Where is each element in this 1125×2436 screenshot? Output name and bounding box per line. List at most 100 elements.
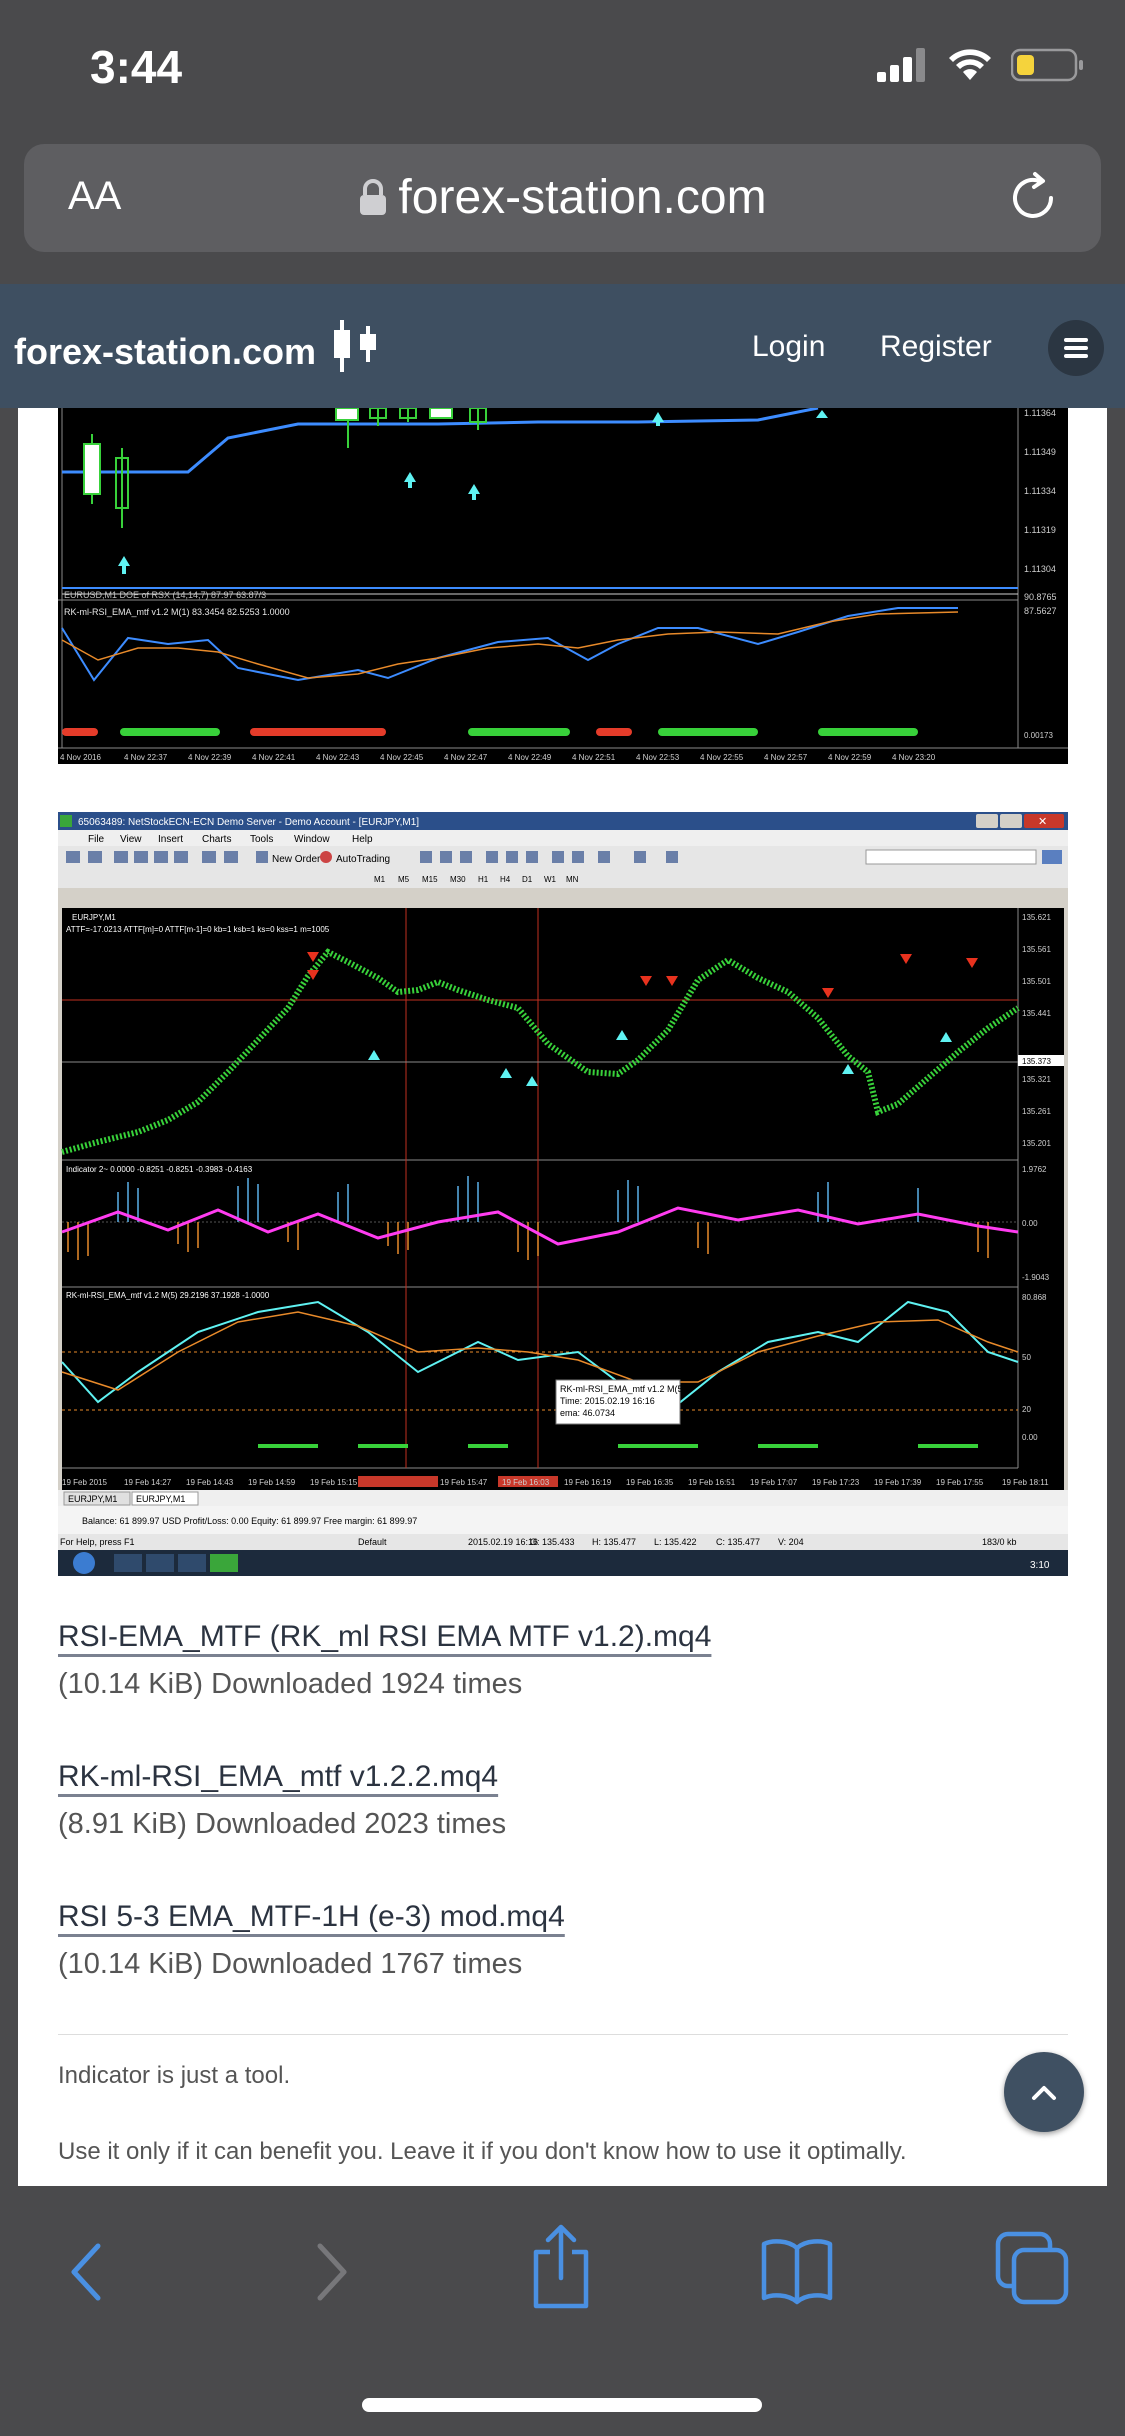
scroll-to-top-button[interactable] bbox=[1004, 2052, 1084, 2132]
attachment-info: (10.14 KiB) Downloaded 1767 times bbox=[58, 1948, 523, 1980]
autotrading-button[interactable]: AutoTrading bbox=[336, 854, 390, 865]
period-h1[interactable]: H1 bbox=[478, 875, 489, 884]
menu-tools[interactable]: Tools bbox=[250, 834, 273, 845]
menu-file[interactable]: File bbox=[88, 834, 105, 845]
chart-tab-1[interactable]: EURJPY,M1 bbox=[68, 1494, 117, 1504]
chart2-time-tick: 19 Feb 15:47 bbox=[440, 1478, 488, 1487]
chart1-time-tick: 4 Nov 22:37 bbox=[124, 753, 168, 762]
search-field[interactable] bbox=[865, 849, 1037, 865]
menu-help[interactable]: Help bbox=[352, 834, 373, 845]
chart1-time-tick: 4 Nov 22:59 bbox=[828, 753, 872, 762]
attachment-link[interactable]: RK-ml-RSI_EMA_mtf v1.2.2.mq4 bbox=[58, 1760, 506, 1794]
chart2-price-tick: 135.501 bbox=[1022, 977, 1051, 986]
attachment-3: RSI 5-3 EMA_MTF-1H (e-3) mod.mq4 (10.14 … bbox=[58, 1900, 565, 1981]
mt4-window-title: 65063489: NetStockECN-ECN Demo Server - … bbox=[78, 817, 419, 828]
chart1-time-tick: 4 Nov 22:57 bbox=[764, 753, 808, 762]
attachment-link[interactable]: RSI-EMA_MTF (RK_ml RSI EMA MTF v1.2).mq4 bbox=[58, 1620, 711, 1654]
period-w1[interactable]: W1 bbox=[544, 875, 557, 884]
terminal-balance: Balance: 61 899.97 USD Profit/Loss: 0.00… bbox=[82, 1516, 417, 1526]
chart2-symbol: EURJPY,M1 bbox=[72, 913, 116, 922]
chart1-time-tick: 4 Nov 22:55 bbox=[700, 753, 744, 762]
chart1-indicator-label: RK-ml-RSI_EMA_mtf v1.2 M(1) 83.3454 82.5… bbox=[64, 607, 290, 617]
chart2-time-tick: 19 Feb 17:39 bbox=[874, 1478, 922, 1487]
tooltip-line-3: ema: 46.0734 bbox=[560, 1408, 615, 1418]
attachment-info: (10.14 KiB) Downloaded 1924 times bbox=[58, 1668, 523, 1700]
menu-button[interactable] bbox=[1048, 320, 1104, 376]
close-icon: ✕ bbox=[1038, 816, 1047, 828]
menu-insert[interactable]: Insert bbox=[158, 834, 183, 845]
chart1-time-tick: 4 Nov 23:20 bbox=[892, 753, 936, 762]
chart1-time-tick: 4 Nov 22:53 bbox=[636, 753, 680, 762]
battery-icon bbox=[1011, 48, 1083, 82]
chart1-price-tick: 1.11319 bbox=[1024, 525, 1056, 535]
mt4-high: H: 135.477 bbox=[592, 1537, 636, 1547]
login-link[interactable]: Login bbox=[752, 330, 825, 364]
chart2-price-tick: 135.201 bbox=[1022, 1139, 1051, 1148]
indicator2-label: Indicator 2~ 0.0000 -0.8251 -0.8251 -0.3… bbox=[66, 1165, 253, 1174]
period-m15[interactable]: M15 bbox=[422, 875, 438, 884]
chart-tab-2[interactable]: EURJPY,M1 bbox=[136, 1494, 185, 1504]
chart2-attf-label: ATTF=-17.0213 ATTF[m]=0 ATTF[m-1]=0 kb=1… bbox=[66, 925, 330, 934]
address-bar[interactable]: AA forex-station.com bbox=[24, 144, 1101, 252]
rsi-tick: 80.868 bbox=[1022, 1293, 1047, 1302]
indicator2-tick: 0.00 bbox=[1022, 1219, 1038, 1228]
chart2-time-tick: 19 Feb 17:55 bbox=[936, 1478, 984, 1487]
search-button[interactable] bbox=[1042, 850, 1062, 864]
menu-charts[interactable]: Charts bbox=[202, 834, 231, 845]
mt4-traffic: 183/0 kb bbox=[982, 1537, 1017, 1547]
bookmarks-icon[interactable] bbox=[760, 2236, 834, 2306]
period-m5[interactable]: M5 bbox=[398, 875, 410, 884]
attachment-info: (8.91 KiB) Downloaded 2023 times bbox=[58, 1808, 507, 1840]
period-d1[interactable]: D1 bbox=[522, 875, 533, 884]
chart1-time-tick: 4 Nov 2016 bbox=[60, 753, 101, 762]
chart1-time-tick: 4 Nov 22:39 bbox=[188, 753, 232, 762]
period-m1[interactable]: M1 bbox=[374, 875, 386, 884]
register-link[interactable]: Register bbox=[880, 330, 992, 364]
chart2-time-tick: 19 Feb 18:11 bbox=[1002, 1478, 1049, 1487]
rsi-tick: 0.00 bbox=[1022, 1433, 1038, 1442]
signature-line-1: Indicator is just a tool. bbox=[58, 2062, 291, 2089]
rsi-tick: 50 bbox=[1022, 1353, 1031, 1362]
chart-image-1[interactable]: 1.11364 1.11349 1.11334 1.11319 1.11304 … bbox=[58, 408, 1068, 764]
status-bar: 3:44 bbox=[0, 0, 1125, 140]
back-icon[interactable] bbox=[64, 2236, 112, 2308]
attachment-link[interactable]: RSI 5-3 EMA_MTF-1H (e-3) mod.mq4 bbox=[58, 1900, 565, 1934]
period-mn[interactable]: MN bbox=[566, 875, 579, 884]
new-order-button[interactable]: New Order bbox=[272, 854, 321, 865]
period-h4[interactable]: H4 bbox=[500, 875, 511, 884]
minimize-button[interactable] bbox=[976, 814, 998, 828]
chart2-time-tick: 19 Feb 2015 bbox=[62, 1478, 107, 1487]
chart2-time-tick: 19 Feb 17:23 bbox=[812, 1478, 860, 1487]
menu-view[interactable]: View bbox=[120, 834, 142, 845]
site-logo[interactable]: forex-station.com bbox=[14, 318, 382, 374]
tabs-icon[interactable] bbox=[994, 2230, 1070, 2306]
forward-icon[interactable] bbox=[306, 2236, 354, 2308]
chevron-up-icon bbox=[1032, 2086, 1056, 2100]
maximize-button[interactable] bbox=[1000, 814, 1022, 828]
chart-1-svg: 1.11364 1.11349 1.11334 1.11319 1.11304 … bbox=[58, 408, 1068, 764]
chart2-time-tick: 19 Feb 15:15 bbox=[310, 1478, 358, 1487]
period-m30[interactable]: M30 bbox=[450, 875, 466, 884]
tooltip-line-2: Time: 2015.02.19 16:16 bbox=[560, 1396, 655, 1406]
indicator2-tick: 1.9762 bbox=[1022, 1165, 1047, 1174]
chart1-price-tick: 1.11349 bbox=[1024, 447, 1056, 457]
chart1-time-tick: 4 Nov 22:51 bbox=[572, 753, 616, 762]
reload-icon[interactable] bbox=[1005, 170, 1061, 226]
chart1-price-tick: 1.11304 bbox=[1024, 564, 1056, 574]
chart-image-2[interactable]: 65063489: NetStockECN-ECN Demo Server - … bbox=[58, 812, 1068, 1576]
home-indicator bbox=[362, 2398, 762, 2412]
url-display[interactable]: forex-station.com bbox=[24, 170, 1101, 225]
chart1-ind-tick: 87.5627 bbox=[1024, 606, 1057, 616]
taskbar-clock: 3:10 bbox=[1030, 1560, 1050, 1571]
windows-start-icon[interactable] bbox=[73, 1552, 95, 1574]
chart1-time-tick: 4 Nov 22:43 bbox=[316, 753, 360, 762]
share-icon[interactable] bbox=[528, 2222, 594, 2312]
chart1-time-tick: 4 Nov 22:41 bbox=[252, 753, 296, 762]
menu-window[interactable]: Window bbox=[294, 834, 330, 845]
chart2-price-tick: 135.261 bbox=[1022, 1107, 1051, 1116]
lock-icon bbox=[360, 179, 387, 215]
signature-line-2: Use it only if it can benefit you. Leave… bbox=[58, 2138, 907, 2165]
chart1-ind-bottom-tick: 0.00173 bbox=[1024, 731, 1053, 740]
chart2-price-tick: 135.621 bbox=[1022, 913, 1051, 922]
site-header: forex-station.com Login Register bbox=[0, 284, 1125, 408]
